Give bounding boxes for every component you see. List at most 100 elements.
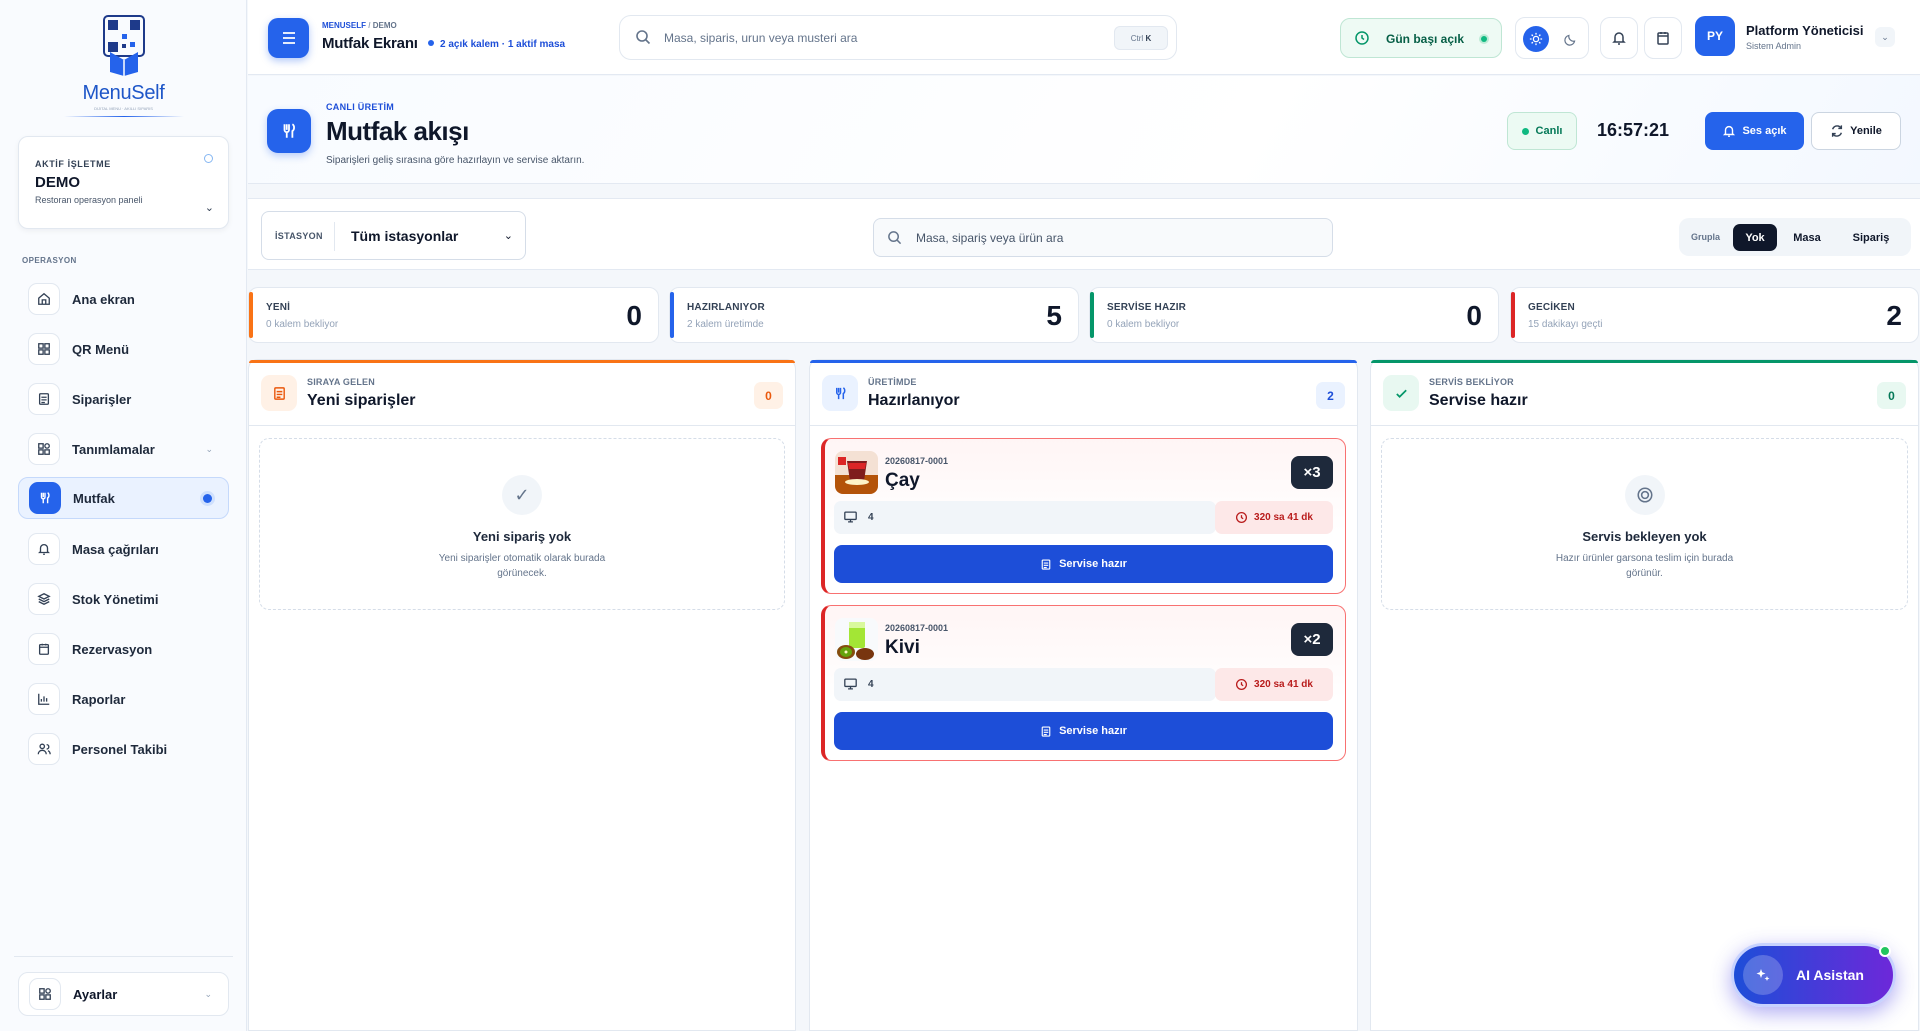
live-clock: 16:57:21: [1597, 120, 1670, 140]
column-kicker: ÜRETİMDE: [868, 377, 917, 387]
station-label: İSTASYON: [275, 231, 323, 241]
order-card[interactable]: 20260817-0001 Çay ×3 4 320 sa 41 dk Serv…: [821, 438, 1346, 594]
sidebar-item-label: Siparişler: [72, 391, 132, 407]
column-count-badge: 0: [754, 382, 783, 409]
empty-state: ✓ Yeni sipariş yok Yeni siparişler otoma…: [259, 438, 785, 610]
stat-subtitle: 0 kalem bekliyor: [266, 319, 339, 330]
status-dot-icon: [204, 154, 213, 163]
sidebar-item-definitions[interactable]: Tanımlamalar ⌄: [18, 428, 229, 470]
sidebar-item-reservation[interactable]: Rezervasyon: [18, 628, 229, 670]
order-card[interactable]: 20260817-0001 Kivi ×2 4 320 sa 41 dk Ser…: [821, 605, 1346, 761]
day-status-button[interactable]: Gün başı açık: [1340, 18, 1502, 58]
quantity-badge: ×2: [1291, 623, 1333, 656]
mark-ready-button[interactable]: Servise hazır: [834, 545, 1333, 583]
sparkles-icon: [1743, 955, 1783, 995]
live-badge: Canlı: [1507, 112, 1577, 150]
ai-assistant-button[interactable]: AI Asistan: [1731, 943, 1896, 1007]
group-option-none[interactable]: Yok: [1733, 224, 1777, 251]
sun-icon[interactable]: [1523, 26, 1549, 52]
sidebar-item-settings[interactable]: Ayarlar ⌄: [18, 972, 229, 1016]
stat-card-delayed: GECİKEN 15 dakikayı geçti 2: [1510, 287, 1919, 343]
stat-title: SERVİSE HAZIR: [1107, 302, 1187, 313]
search-placeholder: Masa, siparis, urun veya musteri ara: [664, 31, 858, 45]
quantity-badge: ×3: [1291, 456, 1333, 489]
order-number: 20260817-0001: [885, 623, 949, 633]
column-ready: SERVİS BEKLİYOR Servise hazır 0 Servis b…: [1370, 359, 1919, 1031]
group-option-order[interactable]: Sipariş: [1841, 224, 1901, 251]
empty-description: Yeni siparişler otomatik olarak burada g…: [438, 553, 606, 579]
group-option-table[interactable]: Masa: [1783, 224, 1831, 251]
sidebar-item-table-calls[interactable]: Masa çağrıları: [18, 528, 229, 570]
business-label: AKTİF İŞLETME: [35, 159, 111, 169]
page-kicker: CANLI ÜRETİM: [326, 102, 395, 112]
utensils-icon: [29, 482, 61, 514]
calendar-button[interactable]: [1644, 17, 1682, 59]
receipt-icon: [1041, 725, 1051, 737]
product-image: [835, 618, 878, 661]
clock-icon: [1354, 30, 1370, 49]
global-search-input[interactable]: Masa, siparis, urun veya musteri ara Ctr…: [619, 15, 1177, 60]
sidebar-item-staff[interactable]: Personel Takibi: [18, 728, 229, 770]
status-dot-icon: [1481, 36, 1487, 42]
utensils-icon: [267, 109, 311, 153]
chevron-down-icon: ⌄: [1875, 27, 1895, 47]
business-subtitle: Restoran operasyon paneli: [35, 195, 143, 205]
stat-accent: [1090, 292, 1094, 338]
order-search-input[interactable]: Masa, sipariş veya ürün ara: [873, 218, 1333, 257]
mark-ready-label: Servise hazır: [1059, 558, 1127, 570]
user-menu[interactable]: PY Platform Yöneticisi Sistem Admin ⌄: [1695, 12, 1919, 62]
mark-ready-button[interactable]: Servise hazır: [834, 712, 1333, 750]
page-description: Siparişleri geliş sırasına göre hazırlay…: [326, 155, 585, 166]
sidebar-item-qr-menu[interactable]: QR Menü: [18, 328, 229, 370]
qr-logo-icon: [96, 14, 152, 78]
brand-tagline: DIJITAL MENU · AKILLI SIPARIS: [94, 106, 153, 111]
brand-name: MenuSelf: [82, 82, 165, 104]
chevron-down-icon: ⌄: [205, 443, 213, 454]
sidebar-item-label: Ana ekran: [72, 291, 135, 307]
clock-icon: [1236, 678, 1248, 691]
column-preparing: ÜRETİMDE Hazırlanıyor 2 20260817-0001 Ça…: [809, 359, 1358, 1031]
sidebar-item-kitchen[interactable]: Mutfak: [18, 477, 229, 519]
moon-icon[interactable]: [1557, 26, 1583, 52]
ai-assistant-label: AI Asistan: [1796, 967, 1864, 983]
column-count-badge: 0: [1877, 382, 1906, 409]
theme-toggle[interactable]: [1515, 17, 1589, 59]
brand-logo[interactable]: MenuSelf DIJITAL MENU · AKILLI SIPARIS: [0, 14, 247, 117]
sidebar-item-home[interactable]: Ana ekran: [18, 278, 229, 320]
group-by-control: Grupla Yok Masa Sipariş: [1679, 218, 1911, 256]
station-select[interactable]: İSTASYON Tüm istasyonlar ⌄: [261, 211, 526, 260]
layout-icon: [29, 978, 61, 1010]
search-placeholder: Masa, sipariş veya ürün ara: [916, 231, 1064, 245]
group-label: Grupla: [1691, 232, 1721, 242]
stat-card-preparing: HAZIRLANIYOR 2 kalem üretimde 5: [669, 287, 1079, 343]
sidebar-item-orders[interactable]: Siparişler: [18, 378, 229, 420]
layout-icon: [28, 433, 60, 465]
empty-title: Servis bekleyen yok: [1582, 529, 1707, 544]
column-title: Servise hazır: [1429, 392, 1528, 409]
column-header: SIRAYA GELEN Yeni siparişler 0: [249, 360, 795, 426]
column-header: SERVİS BEKLİYOR Servise hazır 0: [1371, 360, 1918, 426]
table-number: 4: [868, 512, 874, 523]
user-name: Platform Yöneticisi: [1746, 23, 1864, 38]
menu-toggle-button[interactable]: [268, 18, 309, 58]
empty-title: Yeni sipariş yok: [472, 529, 572, 544]
topbar: MENUSELF / DEMO Mutfak Ekranı 2 açık kal…: [248, 0, 1920, 75]
box-icon: [28, 583, 60, 615]
refresh-button[interactable]: Yenile: [1811, 112, 1901, 150]
breadcrumb-leaf: DEMO: [372, 21, 397, 30]
sidebar-item-label: Tanımlamalar: [72, 441, 155, 457]
sidebar-item-reports[interactable]: Raporlar: [18, 678, 229, 720]
user-role: Sistem Admin: [1746, 41, 1802, 51]
column-new-orders: SIRAYA GELEN Yeni siparişler 0 ✓ Yeni si…: [248, 359, 796, 1031]
stat-value: 2: [1886, 300, 1902, 331]
column-title: Yeni siparişler: [307, 392, 416, 409]
receipt-icon: [28, 383, 60, 415]
bell-icon: [28, 533, 60, 565]
table-number: 4: [868, 679, 874, 690]
notifications-button[interactable]: [1600, 17, 1638, 59]
column-title: Hazırlanıyor: [868, 392, 960, 409]
sidebar-item-stock[interactable]: Stok Yönetimi: [18, 578, 229, 620]
breadcrumb-root[interactable]: MENUSELF: [322, 21, 366, 30]
business-selector[interactable]: AKTİF İŞLETME DEMO Restoran operasyon pa…: [18, 136, 229, 229]
sound-toggle-button[interactable]: Ses açık: [1705, 112, 1804, 150]
